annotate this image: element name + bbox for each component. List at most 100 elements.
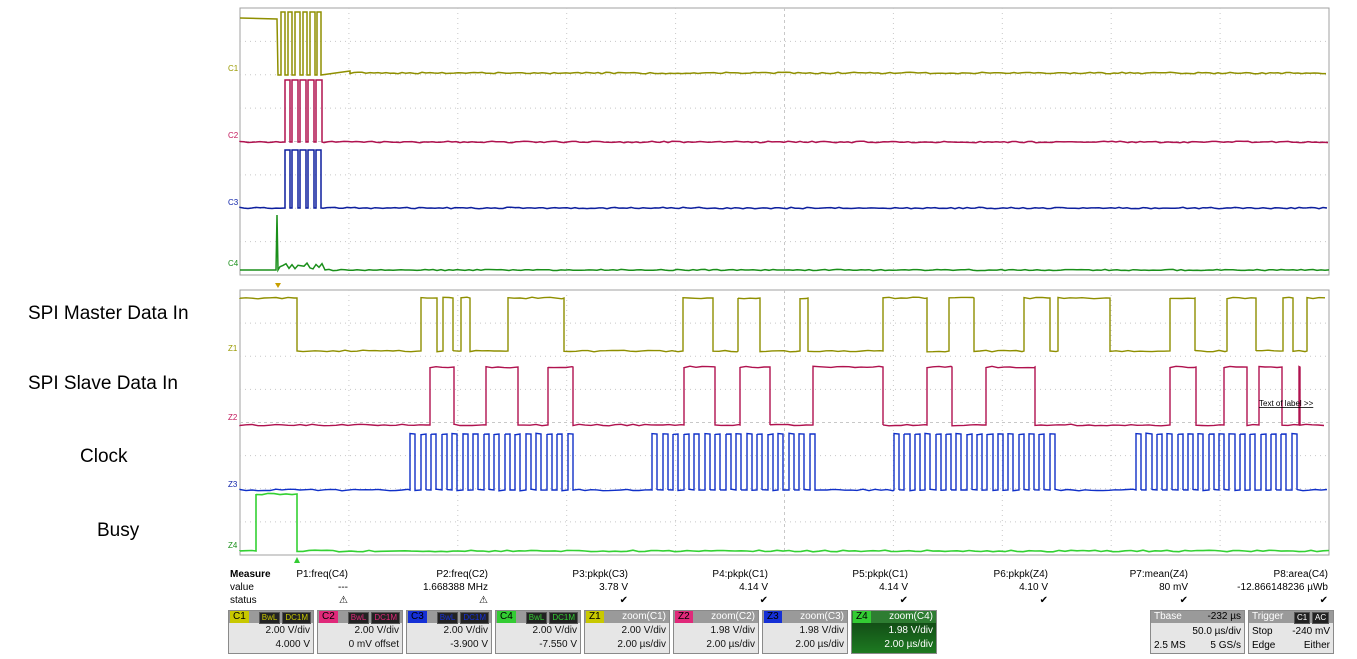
oscilloscope-display: C1 C2 C3 C4 Z1 Z2 Z3 Z4 Text of label >> bbox=[0, 0, 1357, 569]
warning-icon: ⚠ bbox=[208, 595, 348, 606]
coupling-chip: DC1M bbox=[282, 612, 311, 624]
channel-vdiv: 2.00 V/div bbox=[444, 625, 488, 636]
zoom-vdiv: 1.98 V/div bbox=[800, 625, 844, 636]
measure-param-name: P7:mean(Z4) bbox=[1048, 569, 1188, 580]
grid-zoom bbox=[240, 290, 1329, 555]
measure-param-value: 4.14 V bbox=[768, 582, 908, 593]
channel-offset: 0 mV offset bbox=[349, 639, 399, 650]
marker-z4: Z4 bbox=[228, 541, 238, 550]
measure-param-value: 1.668388 MHz bbox=[348, 582, 488, 593]
marker-c3: C3 bbox=[228, 198, 239, 207]
channel-tag: C4 bbox=[497, 611, 516, 623]
measure-value-row: value --- 1.668388 MHz 3.78 V 4.14 V 4.14 V4… bbox=[228, 582, 1332, 595]
zoom-tag: Z3 bbox=[764, 611, 782, 623]
channel-chips: BwL DC1M bbox=[526, 612, 578, 624]
zoom-tag: Z2 bbox=[675, 611, 693, 623]
measure-header-row: Measure P1:freq(C4) P2:freq(C2) P3:pkpk(C3… bbox=[228, 569, 1332, 582]
measure-param-name: P2:freq(C2) bbox=[348, 569, 488, 580]
check-icon: ✔ bbox=[628, 595, 768, 606]
zoom-descriptor-z3[interactable]: Z3 zoom(C3) 1.98 V/div 2.00 µs/div bbox=[762, 610, 848, 654]
check-icon: ✔ bbox=[488, 595, 628, 606]
measure-param-value: --- bbox=[208, 582, 348, 593]
measure-status-row: status ⚠ ⚠ ✔ ✔ ✔ ✔ ✔ ✔ bbox=[228, 595, 1332, 608]
channel-vdiv: 2.00 V/div bbox=[533, 625, 577, 636]
measure-param-value: -12.866148236 µWb bbox=[1188, 582, 1328, 593]
trigger-chip-1: C1 bbox=[1294, 612, 1310, 624]
measure-panel: Measure P1:freq(C4) P2:freq(C2) P3:pkpk(C3… bbox=[228, 569, 1332, 611]
channel-vdiv: 2.00 V/div bbox=[355, 625, 399, 636]
zoom-tdiv: 2.00 µs/div bbox=[706, 639, 755, 650]
channel-chips: BwL DC1M bbox=[437, 612, 489, 624]
measure-param-value: 4.10 V bbox=[908, 582, 1048, 593]
marker-c1: C1 bbox=[228, 64, 239, 73]
trigger-level: -240 mV bbox=[1292, 626, 1330, 637]
text-of-label-link[interactable]: Text of label >> bbox=[1259, 399, 1314, 408]
zoom-descriptor-z2[interactable]: Z2 zoom(C2) 1.98 V/div 2.00 µs/div bbox=[673, 610, 759, 654]
coupling-chip: DC1M bbox=[460, 612, 489, 624]
zoom-vdiv: 1.98 V/div bbox=[711, 625, 755, 636]
zoom-tdiv: 2.00 µs/div bbox=[617, 639, 666, 650]
channel-descriptor-c1[interactable]: C1 BwL DC1M 2.00 V/div 4.000 V bbox=[228, 610, 314, 654]
bandwidth-limit-chip: BwL bbox=[526, 612, 548, 624]
zoom-source: zoom(C1) bbox=[622, 611, 666, 623]
bandwidth-limit-chip: BwL bbox=[437, 612, 459, 624]
trigger-title: Trigger bbox=[1252, 611, 1283, 623]
trigger-type: Edge bbox=[1252, 640, 1275, 651]
channel-descriptor-c4[interactable]: C4 BwL DC1M 2.00 V/div -7.550 V bbox=[495, 610, 581, 654]
zoom-position-marker-icon bbox=[294, 557, 300, 563]
acquisition-descriptor-bar: Tbase -232 µs 50.0 µs/div 2.5 MS 5 GS/s … bbox=[1150, 610, 1334, 654]
measure-param-name: P8:area(C4) bbox=[1188, 569, 1328, 580]
zoom-tdiv: 2.00 µs/div bbox=[884, 639, 933, 650]
check-icon: ✔ bbox=[1048, 595, 1188, 606]
measure-param-value: 3.78 V bbox=[488, 582, 628, 593]
marker-z2: Z2 bbox=[228, 413, 238, 422]
timebase-box[interactable]: Tbase -232 µs 50.0 µs/div 2.5 MS 5 GS/s bbox=[1150, 610, 1245, 654]
zoom-vdiv: 1.98 V/div bbox=[889, 625, 933, 636]
marker-c2: C2 bbox=[228, 131, 239, 140]
zoom-descriptor-z4[interactable]: Z4 zoom(C4) 1.98 V/div 2.00 µs/div bbox=[851, 610, 937, 654]
zoom-vdiv: 2.00 V/div bbox=[622, 625, 666, 636]
check-icon: ✔ bbox=[908, 595, 1048, 606]
timebase-title: Tbase bbox=[1154, 611, 1182, 623]
zoom-source: zoom(C3) bbox=[800, 611, 844, 623]
trigger-marker-icon bbox=[275, 283, 281, 288]
channel-tag: C1 bbox=[230, 611, 249, 623]
marker-c4: C4 bbox=[228, 259, 239, 268]
zoom-tag: Z4 bbox=[853, 611, 871, 623]
check-icon: ✔ bbox=[1188, 595, 1328, 606]
marker-z1: Z1 bbox=[228, 344, 238, 353]
trigger-box[interactable]: Trigger C1 AC Stop -240 mV Edge Either bbox=[1248, 610, 1334, 654]
measure-param-name: P4:pkpk(C1) bbox=[628, 569, 768, 580]
zoom-tag: Z1 bbox=[586, 611, 604, 623]
bandwidth-limit-chip: BwL bbox=[259, 612, 281, 624]
measure-param-name: P5:pkpk(C1) bbox=[768, 569, 908, 580]
timebase-rate: 5 GS/s bbox=[1210, 640, 1241, 651]
check-icon: ✔ bbox=[768, 595, 908, 606]
trigger-chip-2: AC bbox=[1312, 612, 1329, 624]
channel-descriptor-c2[interactable]: C2 BwL DC1M 2.00 V/div 0 mV offset bbox=[317, 610, 403, 654]
channel-chips: BwL DC1M bbox=[348, 612, 400, 624]
timebase-samples: 2.5 MS bbox=[1154, 640, 1186, 651]
channel-tag: C2 bbox=[319, 611, 338, 623]
zoom-source: zoom(C2) bbox=[711, 611, 755, 623]
channel-chips: BwL DC1M bbox=[259, 612, 311, 624]
coupling-chip: DC1M bbox=[371, 612, 400, 624]
warning-icon: ⚠ bbox=[348, 595, 488, 606]
zoom-tdiv: 2.00 µs/div bbox=[795, 639, 844, 650]
channel-vdiv: 2.00 V/div bbox=[266, 625, 310, 636]
channel-offset: 4.000 V bbox=[276, 639, 310, 650]
channel-offset: -7.550 V bbox=[539, 639, 577, 650]
channel-descriptor-c3[interactable]: C3 BwL DC1M 2.00 V/div -3.900 V bbox=[406, 610, 492, 654]
measure-param-value: 4.14 V bbox=[628, 582, 768, 593]
measure-param-name: P1:freq(C4) bbox=[208, 569, 348, 580]
trigger-mode: Stop bbox=[1252, 626, 1273, 637]
marker-z3: Z3 bbox=[228, 480, 238, 489]
timebase-div: 50.0 µs/div bbox=[1192, 626, 1241, 637]
channel-tag: C3 bbox=[408, 611, 427, 623]
measure-param-value: 80 mV bbox=[1048, 582, 1188, 593]
measure-param-name: P3:pkpk(C3) bbox=[488, 569, 628, 580]
measure-param-name: P6:pkpk(Z4) bbox=[908, 569, 1048, 580]
trigger-slope: Either bbox=[1304, 640, 1330, 651]
coupling-chip: DC1M bbox=[549, 612, 578, 624]
zoom-descriptor-z1[interactable]: Z1 zoom(C1) 2.00 V/div 2.00 µs/div bbox=[584, 610, 670, 654]
